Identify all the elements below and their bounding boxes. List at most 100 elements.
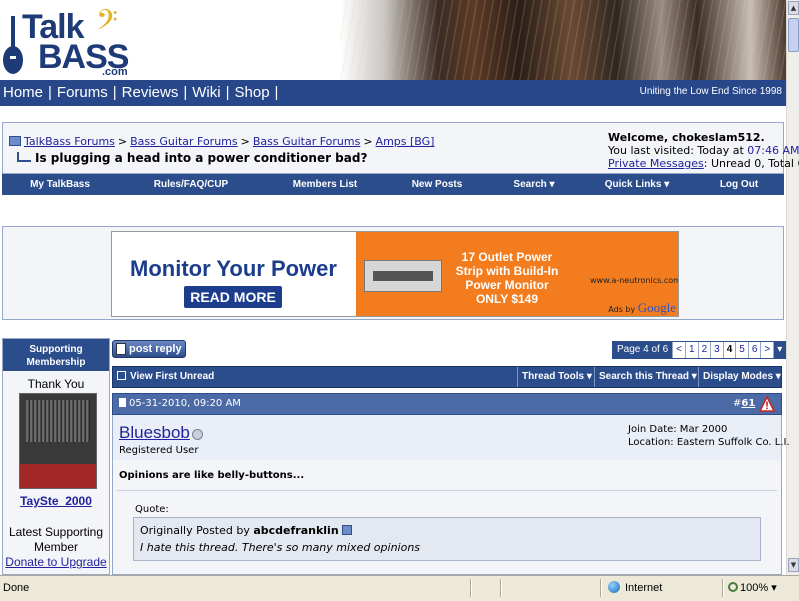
offline-status-icon	[192, 429, 203, 440]
menu-search[interactable]: Search ▾	[488, 179, 580, 190]
nav-forums[interactable]: Forums	[57, 84, 108, 101]
report-post-warning-icon[interactable]	[759, 396, 775, 412]
post-reply-icon	[116, 343, 126, 355]
view-first-unread-link[interactable]: View First Unread	[117, 371, 214, 382]
private-messages-link[interactable]: Private Messages	[608, 157, 704, 170]
sidebar-title: Supporting Membership	[3, 339, 109, 371]
zoom-control[interactable]: 100% ▾	[728, 581, 777, 594]
ads-by-google[interactable]: Ads by Google	[608, 300, 676, 316]
forum-menu-bar: My TalkBass Rules/FAQ/CUP Members List N…	[2, 174, 784, 195]
post-permalink[interactable]: 61	[741, 398, 755, 409]
nav-separator: |	[48, 84, 52, 101]
ad-panel: Monitor Your Power READ MORE 17 Outlet P…	[2, 226, 784, 320]
page-prev[interactable]: <	[672, 342, 685, 358]
breadcrumb: TalkBass Forums > Bass Guitar Forums > Bass …	[9, 135, 434, 148]
talkbass-logo[interactable]: Talk 𝄢 BASS .com	[2, 4, 142, 80]
post-author-name[interactable]: Bluesbob	[119, 423, 190, 443]
top-nav-links: Home | Forums | Reviews | Wiki | Shop |	[3, 84, 283, 101]
quote-label: Quote:	[135, 504, 169, 515]
page-link-5[interactable]: 5	[735, 342, 748, 358]
post-title: Opinions are like belly-buttons...	[119, 470, 305, 481]
post-divider	[117, 490, 777, 491]
breadcrumb-amps[interactable]: Amps [BG]	[376, 135, 435, 148]
forum-home-icon[interactable]	[9, 136, 21, 146]
site-slogan: Uniting the Low End Since 1998	[639, 86, 782, 97]
thread-branch-icon	[17, 152, 31, 162]
welcome-box: Welcome, chokeslam512. You last visited:…	[608, 131, 799, 170]
menu-quick-links[interactable]: Quick Links ▾	[580, 179, 694, 190]
breadcrumb-panel: TalkBass Forums > Bass Guitar Forums > Bass …	[2, 122, 799, 174]
ad-offer-text: 17 Outlet Power Strip with Build-In Powe…	[455, 250, 559, 306]
ad-read-more-button[interactable]: READ MORE	[184, 286, 282, 308]
breadcrumb-talkbass-forums[interactable]: TalkBass Forums	[24, 135, 115, 148]
sidebar-thanks: Thank You	[27, 377, 85, 391]
page-indicator[interactable]: Page 4 of 6	[613, 342, 673, 358]
page-link-6[interactable]: 6	[747, 342, 761, 358]
header-bass-photo	[340, 0, 786, 82]
top-nav-bar: Home | Forums | Reviews | Wiki | Shop | Uniting t…	[0, 80, 786, 106]
display-modes-menu[interactable]: Display Modes ▾	[698, 367, 781, 387]
status-text: Done	[3, 582, 30, 594]
location: Location: Eastern Suffolk Co. L.I.	[628, 437, 790, 448]
view-original-post-icon[interactable]	[341, 525, 352, 535]
zoom-icon	[728, 582, 738, 592]
quote-box: Originally Posted by abcdefranklin I hat…	[133, 517, 761, 561]
nav-reviews[interactable]: Reviews	[122, 84, 179, 101]
vertical-scrollbar[interactable]: ▲ ▼	[786, 0, 799, 575]
page-title: Is plugging a head into a power conditio…	[17, 151, 367, 165]
page-link-2[interactable]: 2	[697, 342, 711, 358]
page-link-3[interactable]: 3	[710, 342, 723, 358]
page-jump-dropdown-icon[interactable]: ▾	[773, 342, 786, 358]
supporting-member-link[interactable]: TaySte_2000	[3, 494, 109, 508]
menu-my-talkbass[interactable]: My TalkBass	[2, 179, 118, 190]
post-date: 05-31-2010, 09:20 AM	[119, 398, 241, 409]
post-number: #61	[733, 398, 756, 409]
breadcrumb-bass-guitar-forums-sub[interactable]: Bass Guitar Forums	[253, 135, 360, 148]
quote-author: abcdefranklin	[253, 524, 339, 537]
security-zone: Internet	[608, 581, 662, 594]
scroll-up-button[interactable]: ▲	[788, 1, 799, 15]
last-visited-label: You last visited: Today at	[608, 144, 748, 157]
scroll-down-button[interactable]: ▼	[788, 558, 799, 572]
nav-home[interactable]: Home	[3, 84, 43, 101]
thread-title-text: Is plugging a head into a power conditio…	[35, 151, 368, 165]
breadcrumb-bass-guitar-forums[interactable]: Bass Guitar Forums	[130, 135, 237, 148]
nav-wiki[interactable]: Wiki	[192, 84, 220, 101]
join-date: Join Date: Mar 2000	[628, 424, 728, 435]
nav-shop[interactable]: Shop	[235, 84, 270, 101]
quote-text: I hate this thread. There's so many mixe…	[140, 541, 421, 554]
power-strip-image	[364, 260, 442, 292]
scroll-thumb[interactable]	[788, 18, 799, 52]
page-link-1[interactable]: 1	[685, 342, 698, 358]
nav-separator: |	[112, 84, 117, 101]
view-first-unread-icon	[117, 371, 126, 380]
nav-separator: |	[183, 84, 188, 101]
menu-rules-faq[interactable]: Rules/FAQ/CUP	[118, 179, 264, 190]
ad-banner[interactable]: Monitor Your Power READ MORE 17 Outlet P…	[111, 231, 679, 317]
post-author-panel: Bluesbob Registered User Join Date: Mar …	[112, 415, 790, 460]
search-thread-menu[interactable]: Search this Thread ▾	[594, 367, 697, 387]
ad-url: www.a-neutronics.com	[590, 276, 679, 285]
donate-link[interactable]: Donate to Upgrade	[3, 555, 109, 570]
supporting-member-photo[interactable]	[19, 393, 97, 489]
post-body: Opinions are like belly-buttons... Quote…	[112, 460, 782, 575]
nav-separator: |	[274, 84, 279, 101]
status-separator	[470, 579, 472, 597]
post-doc-icon	[119, 398, 126, 407]
page-current-4: 4	[722, 342, 736, 358]
welcome-greeting: Welcome,	[608, 131, 672, 144]
post-author-meta: Join Date: Mar 2000 Location: Eastern Su…	[628, 423, 790, 449]
internet-globe-icon	[608, 581, 620, 593]
thread-tools-menu[interactable]: Thread Tools ▾	[517, 367, 592, 387]
status-separator	[722, 579, 724, 597]
google-logo: Google	[637, 300, 676, 315]
welcome-username[interactable]: chokeslam512.	[672, 131, 765, 144]
status-separator	[600, 579, 602, 597]
post-reply-button[interactable]: post reply	[112, 340, 186, 358]
pm-status: : Unread 0, Total 63.	[703, 157, 799, 170]
last-visited-time: 07:46 AM	[747, 144, 799, 157]
menu-new-posts[interactable]: New Posts	[386, 179, 488, 190]
page-next[interactable]: >	[760, 342, 773, 358]
menu-log-out[interactable]: Log Out	[694, 179, 784, 190]
menu-members-list[interactable]: Members List	[264, 179, 386, 190]
